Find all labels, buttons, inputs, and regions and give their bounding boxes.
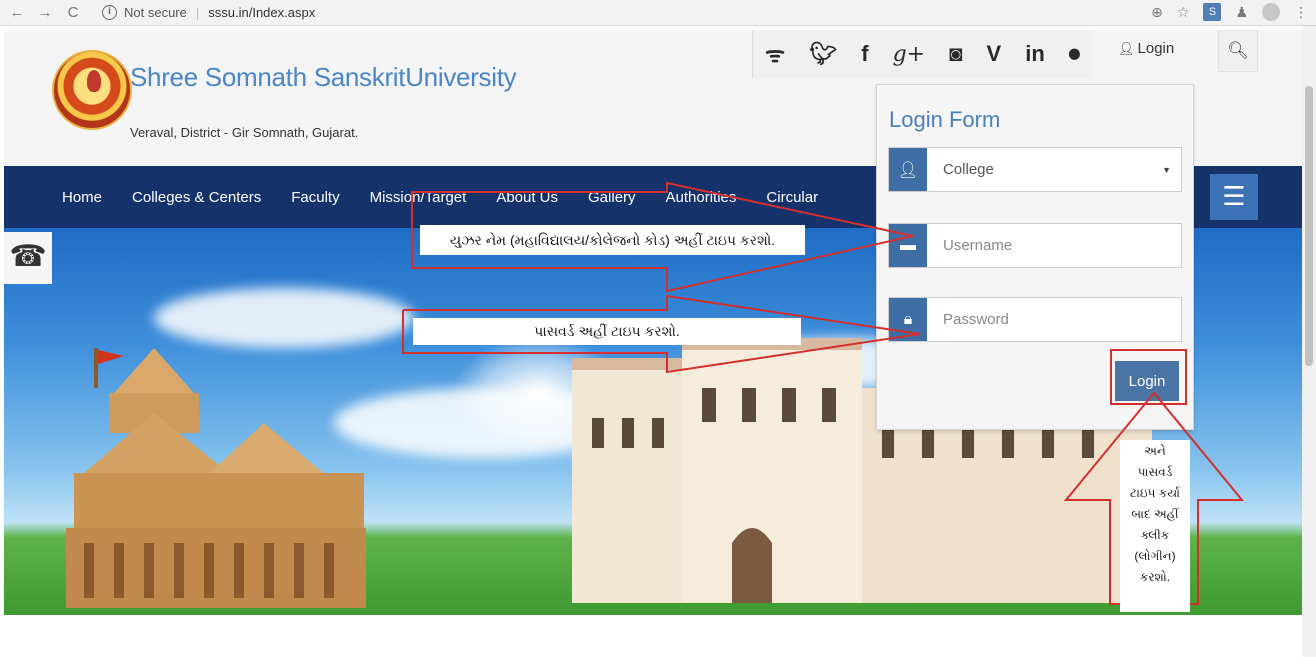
- select-value: College: [943, 161, 994, 178]
- extension-icon[interactable]: ♟: [1235, 4, 1248, 21]
- address-bar[interactable]: sssu.in/Index.aspx: [208, 5, 315, 20]
- login-hint-line: બાદ અહીં: [1131, 507, 1179, 521]
- extension-icon[interactable]: S: [1203, 3, 1222, 21]
- university-logo[interactable]: [52, 50, 132, 130]
- login-hint: અને પાસવર્ડ ટાઇપ કર્યા બાદ અહીં ક્લીક (લ…: [1120, 440, 1190, 612]
- scroll-thumb[interactable]: [1305, 86, 1313, 366]
- nav-colleges[interactable]: Colleges & Centers: [132, 189, 261, 206]
- login-hint-line: ક્લીક: [1140, 528, 1170, 542]
- browser-toolbar: ← → C i Not secure | sssu.in/Index.aspx …: [0, 0, 1316, 26]
- login-form-title: Login Form: [889, 107, 1001, 132]
- login-hint-line: પાસવર્ડ: [1137, 465, 1173, 479]
- login-hint-line: ટાઇપ કર્યા: [1129, 486, 1180, 500]
- rss-icon[interactable]: ᯤ: [765, 39, 785, 69]
- twitter-icon[interactable]: 🐦︎: [809, 41, 837, 67]
- nav-circular[interactable]: Circular: [766, 189, 818, 206]
- user-type-select[interactable]: 👤︎ College ▼: [888, 147, 1182, 192]
- info-icon[interactable]: i: [102, 5, 117, 20]
- bookmark-star-icon[interactable]: ☆: [1177, 4, 1190, 21]
- linkedin-icon[interactable]: in: [1025, 41, 1045, 67]
- divider: |: [195, 5, 200, 20]
- security-label: Not secure: [124, 5, 187, 20]
- google-plus-icon[interactable]: g+: [893, 42, 926, 67]
- password-field[interactable]: 🔒︎ Password: [888, 297, 1182, 342]
- chevron-down-icon: ▼: [1162, 164, 1171, 175]
- hamburger-menu-icon[interactable]: ☰: [1210, 174, 1258, 220]
- search-button[interactable]: 🔍︎: [1218, 30, 1258, 72]
- social-bar: ᯤ 🐦︎ f g+ ◙ V in ⏺: [752, 30, 1092, 78]
- site-title[interactable]: Shree Somnath SanskritUniversity: [130, 62, 517, 93]
- nav-menu: Home Colleges & Centers Faculty Mission/…: [47, 166, 833, 228]
- scrollbar[interactable]: [1302, 26, 1316, 657]
- user-icon: 👤︎: [1118, 40, 1135, 56]
- login-hint-line: કરશો.: [1139, 570, 1171, 584]
- nav-home[interactable]: Home: [62, 189, 102, 206]
- password-placeholder: Password: [943, 311, 1009, 328]
- login-link[interactable]: 👤︎ Login: [1118, 40, 1174, 57]
- login-hint-line: (લોગીન): [1134, 549, 1176, 563]
- nav-faculty[interactable]: Faculty: [291, 189, 339, 206]
- nav-about[interactable]: About Us: [496, 189, 558, 206]
- forward-button[interactable]: →: [34, 4, 56, 21]
- login-hint-line: અને: [1144, 444, 1166, 458]
- flickr-icon[interactable]: ⏺: [1069, 41, 1080, 67]
- nav-authorities[interactable]: Authorities: [666, 189, 737, 206]
- back-button[interactable]: ←: [6, 4, 28, 21]
- site-subtitle: Veraval, District - Gir Somnath, Gujarat…: [130, 125, 359, 140]
- profile-icon[interactable]: [1262, 3, 1280, 21]
- username-hint: યુઝર નેમ (મહાવિદ્યાલય/કોલેજનો કોડ) અહીં …: [420, 225, 805, 255]
- menu-dots-icon[interactable]: ⋮: [1294, 4, 1308, 21]
- user-icon: 👤︎: [889, 148, 927, 191]
- zoom-icon[interactable]: ⊕: [1151, 4, 1163, 21]
- vine-icon[interactable]: V: [987, 41, 1002, 67]
- login-link-label: Login: [1137, 40, 1175, 57]
- phone-icon[interactable]: ☎: [4, 232, 52, 284]
- login-button-highlight: [1110, 349, 1187, 405]
- nav-mission[interactable]: Mission/Target: [370, 189, 467, 206]
- username-field[interactable]: ▬ Username: [888, 223, 1182, 268]
- username-placeholder: Username: [943, 237, 1013, 254]
- browser-actions: ⊕ ☆ S ♟ ⋮: [1151, 3, 1308, 21]
- reload-button[interactable]: C: [62, 4, 84, 21]
- logo-flame: [87, 70, 101, 92]
- nav-gallery[interactable]: Gallery: [588, 189, 636, 206]
- instagram-icon[interactable]: ◙: [949, 41, 962, 67]
- somnath-temple-image: [66, 348, 366, 608]
- search-icon: 🔍︎: [1227, 41, 1249, 60]
- facebook-icon[interactable]: f: [861, 41, 868, 67]
- id-card-icon: ▬: [889, 224, 927, 267]
- password-hint: પાસવર્ડ અહીં ટાઇપ કરશો.: [413, 318, 801, 345]
- lock-icon: 🔒︎: [889, 298, 927, 341]
